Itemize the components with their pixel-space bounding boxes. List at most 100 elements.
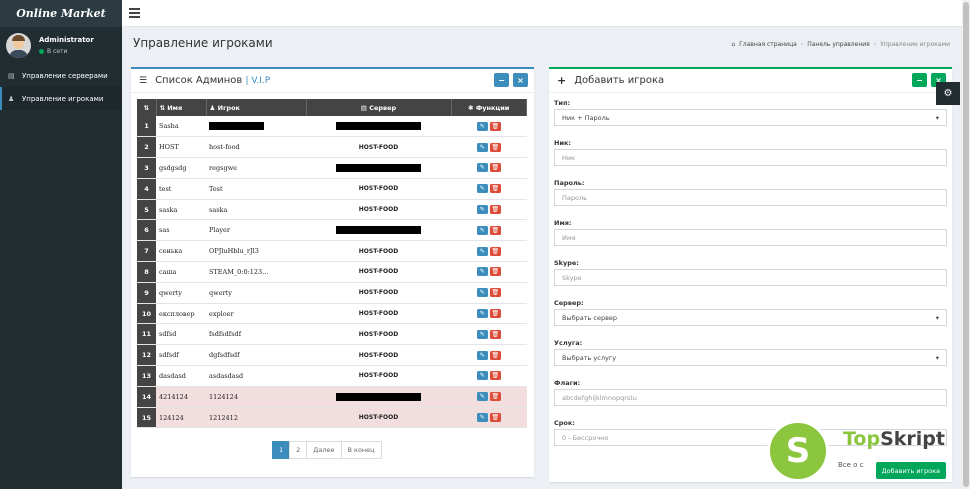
field-label: Услуга: [554, 339, 583, 347]
settings-gear-icon[interactable]: ⚙ [936, 82, 960, 105]
close-button[interactable]: × [513, 73, 528, 87]
row-number: 3 [137, 157, 156, 179]
page-1[interactable]: 1 [272, 441, 291, 459]
trash-icon[interactable]: 🗑 [489, 413, 501, 423]
select-field[interactable]: Выбрать услугу ▾ [554, 349, 947, 366]
trash-icon[interactable]: 🗑 [489, 371, 501, 381]
user-panel: Administrator В сети [0, 27, 122, 64]
caret-down-icon: ▾ [935, 113, 939, 122]
col-server[interactable]: ▤ Сервер [306, 99, 452, 116]
row-name: qwerty [156, 282, 206, 304]
watermark-logo: S [767, 420, 829, 482]
online-dot-icon [39, 49, 44, 54]
edit-icon[interactable]: ✎ [476, 205, 488, 215]
page-2[interactable]: 2 [289, 441, 308, 459]
add-player-title: Добавить игрока [574, 75, 665, 86]
row-player: OPJluHblu_rJl3 [206, 240, 306, 263]
row-player: qwerty [206, 282, 306, 304]
row-functions: ✎ 🗑 [451, 386, 527, 408]
row-player: 1124124 [206, 386, 306, 408]
edit-icon[interactable]: ✎ [476, 163, 488, 173]
collapse-button[interactable]: − [494, 73, 509, 87]
page-last[interactable]: В конец [340, 441, 382, 459]
input-field[interactable]: Имя [554, 229, 947, 246]
trash-icon[interactable]: 🗑 [489, 309, 501, 319]
edit-icon[interactable]: ✎ [476, 392, 488, 402]
plus-icon: + [557, 74, 567, 87]
trash-icon[interactable]: 🗑 [489, 329, 501, 339]
select-field[interactable]: Ник + Пароль ▾ [554, 109, 947, 126]
add-player-button[interactable]: Добавить игрока [875, 462, 946, 479]
trash-icon[interactable]: 🗑 [489, 205, 501, 215]
sort-icon[interactable]: ⇅ [137, 99, 157, 116]
edit-icon[interactable]: ✎ [476, 371, 488, 381]
trash-icon[interactable]: 🗑 [489, 288, 501, 298]
col-player[interactable]: ♟ Игрок [206, 99, 307, 116]
row-functions: ✎ 🗑 [451, 116, 527, 138]
collapse-button[interactable]: − [912, 73, 927, 87]
field-label: Тип: [554, 99, 571, 107]
field-label: Сервер: [554, 299, 584, 307]
edit-icon[interactable]: ✎ [476, 142, 488, 152]
trash-icon[interactable]: 🗑 [489, 184, 501, 194]
input-field[interactable]: Ник [554, 149, 947, 166]
breadcrumb-panel[interactable]: Панель управления [807, 41, 870, 48]
trash-icon[interactable]: 🗑 [489, 163, 501, 173]
edit-icon[interactable]: ✎ [476, 413, 488, 423]
trash-icon[interactable]: 🗑 [489, 267, 501, 277]
form-group: Пароль: Пароль [554, 177, 947, 206]
edit-icon[interactable]: ✎ [476, 225, 488, 235]
col-name[interactable]: ⇅ Имя [156, 99, 207, 116]
field-label: Пароль: [554, 179, 585, 187]
row-player: host-food [206, 136, 306, 159]
select-field[interactable]: Выбрать сервер ▾ [554, 309, 947, 326]
edit-icon[interactable]: ✎ [476, 288, 488, 298]
sidebar: Online Market Administrator В сети ▤ Упр… [0, 0, 122, 489]
trash-icon[interactable]: 🗑 [489, 142, 501, 152]
edit-icon[interactable]: ✎ [476, 329, 488, 339]
trash-icon[interactable]: 🗑 [489, 121, 501, 131]
edit-icon[interactable]: ✎ [476, 121, 488, 131]
row-functions: ✎ 🗑 [451, 240, 527, 263]
trash-icon[interactable]: 🗑 [489, 350, 501, 360]
edit-icon[interactable]: ✎ [476, 184, 488, 194]
trash-icon[interactable]: 🗑 [489, 225, 501, 235]
redacted-block [336, 163, 421, 172]
input-field[interactable]: abcdefghijklmnopqrstu [554, 389, 947, 406]
row-number: 14 [137, 386, 156, 408]
row-functions: ✎ 🗑 [451, 365, 527, 387]
caret-down-icon: ▾ [935, 313, 939, 322]
user-name: Administrator [39, 36, 94, 44]
edit-icon[interactable]: ✎ [476, 246, 488, 256]
caret-down-icon: ▾ [935, 353, 939, 362]
row-functions: ✎ 🗑 [451, 282, 527, 304]
edit-icon[interactable]: ✎ [476, 309, 488, 319]
admins-table: ⇅ ⇅ Имя ♟ Игрок ▤ Сервер ✱ Функции 1 Sash… [137, 99, 527, 429]
breadcrumb-home[interactable]: Главная страница [739, 41, 797, 48]
input-field[interactable]: Skype [554, 269, 947, 286]
page-next[interactable]: Далее [306, 441, 342, 459]
row-number: 2 [137, 136, 156, 159]
row-player: Player [206, 219, 306, 242]
input-field[interactable]: Пароль [554, 189, 947, 206]
table-row: 10 експловер exploer HOST-FOOD ✎ 🗑 [137, 303, 527, 325]
row-number: 6 [137, 219, 156, 242]
menu-toggle-icon[interactable] [129, 8, 140, 18]
trash-icon[interactable]: 🗑 [489, 392, 501, 402]
user-icon: ♟ [8, 94, 15, 103]
row-name: сенька [156, 240, 206, 263]
row-functions: ✎ 🗑 [451, 178, 527, 200]
trash-icon[interactable]: 🗑 [489, 246, 501, 256]
app-logo[interactable]: Online Market [0, 0, 122, 27]
scrollbar[interactable] [962, 0, 970, 489]
list-icon: ☰ [139, 75, 148, 86]
edit-icon[interactable]: ✎ [476, 350, 488, 360]
table-row: 8 саша STEAM_0:0:123... HOST-FOOD ✎ 🗑 [137, 261, 527, 283]
row-name: saska [156, 199, 206, 221]
sidebar-item-servers[interactable]: ▤ Управление серверами [0, 64, 122, 87]
user-status: В сети [39, 48, 94, 55]
row-server: HOST-FOOD [306, 323, 451, 346]
row-functions: ✎ 🗑 [451, 136, 527, 159]
edit-icon[interactable]: ✎ [476, 267, 488, 277]
sidebar-item-players[interactable]: ♟ Управление игроками [0, 87, 122, 110]
